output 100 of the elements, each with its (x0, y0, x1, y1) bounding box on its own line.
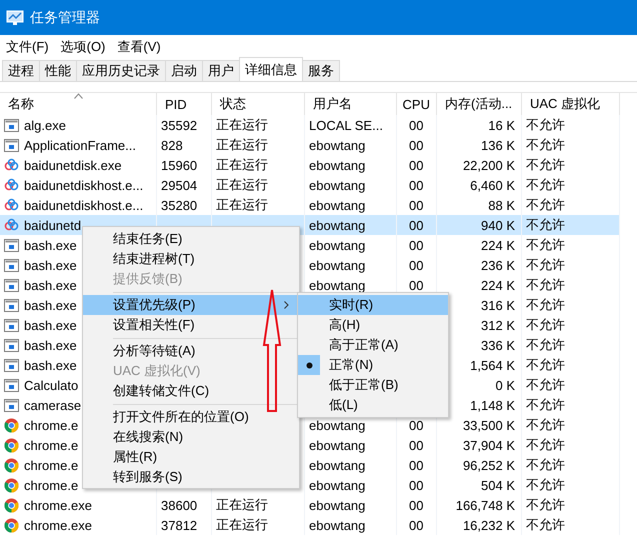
user-cell: LOCAL SE... (309, 118, 383, 132)
uac-cell: 不允许 (526, 356, 565, 374)
memory-cell: 236 K (481, 258, 515, 272)
window-title: 任务管理器 (30, 8, 100, 26)
memory-cell: 504 K (481, 478, 515, 492)
submenu-item[interactable]: 实时(R) (298, 295, 448, 315)
table-row[interactable]: chrome.exe 37812 正在运行 ebowtang 00 16,232 K 不允许 (0, 515, 620, 535)
submenu-item[interactable]: 高于正常(A) (298, 335, 448, 355)
chrome-icon (4, 518, 19, 532)
user-cell: ebowtang (309, 198, 366, 212)
pid-cell: 35592 (161, 118, 198, 132)
uac-cell: 不允许 (526, 296, 565, 314)
pid-cell: 35280 (161, 198, 198, 212)
cpu-cell: 00 (409, 478, 424, 492)
submenu-item[interactable]: 高(H) (298, 315, 448, 335)
user-cell: ebowtang (309, 258, 366, 272)
context-menu-item[interactable]: 设置相关性(F) (83, 315, 299, 335)
process-name: bash.exe (24, 238, 77, 252)
user-cell: ebowtang (309, 498, 366, 512)
pid-cell: 38600 (161, 498, 198, 512)
sort-caret-icon (74, 93, 83, 99)
uac-cell: 不允许 (526, 516, 565, 534)
table-row[interactable]: ApplicationFrame... 828 正在运行 ebowtang 00 136 K 不允许 (0, 135, 620, 155)
window-icon (4, 358, 19, 372)
cpu-cell: 00 (409, 218, 424, 232)
process-name: bash.exe (24, 278, 77, 292)
uac-cell: 不允许 (526, 156, 565, 174)
user-cell: ebowtang (309, 418, 366, 432)
column-header[interactable]: 内存(活动... (437, 93, 522, 115)
user-cell: ebowtang (309, 458, 366, 472)
process-name: baidunetdiskhost.e... (24, 178, 144, 192)
cpu-cell: 00 (409, 158, 424, 172)
table-row[interactable]: alg.exe 35592 正在运行 LOCAL SE... 00 16 K 不允许 (0, 115, 620, 135)
table-row[interactable]: chrome.exe 38600 正在运行 ebowtang 00 166,748 K 不允许 (0, 495, 620, 515)
tab[interactable]: 服务 (302, 60, 340, 81)
context-menu-item[interactable]: 设置优先级(P) (83, 295, 299, 315)
memory-cell: 33,500 K (462, 418, 515, 432)
tab[interactable]: 应用历史记录 (76, 60, 166, 81)
cloud-icon (4, 158, 19, 172)
memory-cell: 224 K (481, 238, 515, 252)
column-header[interactable]: CPU (397, 93, 437, 115)
menu-item[interactable]: 选项(O) (60, 38, 106, 56)
process-name: bash.exe (24, 298, 77, 312)
memory-cell: 16 K (488, 118, 515, 132)
menu-item[interactable]: 文件(F) (6, 38, 49, 56)
memory-cell: 312 K (481, 318, 515, 332)
column-header[interactable]: 状态 (212, 93, 305, 115)
table-row[interactable]: baidunetdisk.exe 15960 正在运行 ebowtang 00 22,200 K 不允许 (0, 155, 620, 175)
submenu-item[interactable]: 低(L) (298, 395, 448, 415)
memory-cell: 22,200 K (462, 158, 515, 172)
context-menu-item[interactable]: 创建转储文件(C) (83, 381, 299, 401)
user-cell: ebowtang (309, 438, 366, 452)
cpu-cell: 00 (409, 458, 424, 472)
cpu-cell: 00 (409, 198, 424, 212)
chrome-icon (4, 498, 19, 512)
process-name: bash.exe (24, 318, 77, 332)
status-cell: 正在运行 (216, 136, 268, 154)
cpu-cell: 00 (409, 438, 424, 452)
column-header[interactable]: UAC 虚拟化 (522, 93, 620, 115)
column-header[interactable]: PID (157, 93, 212, 115)
menu-item[interactable]: 查看(V) (117, 38, 161, 56)
process-name: bash.exe (24, 358, 77, 372)
user-cell: ebowtang (309, 238, 366, 252)
chrome-icon (4, 458, 19, 472)
window-icon (4, 318, 19, 332)
submenu-item[interactable]: 低于正常(B) (298, 375, 448, 395)
status-cell: 正在运行 (216, 156, 268, 174)
memory-cell: 37,904 K (462, 438, 515, 452)
memory-cell: 224 K (481, 278, 515, 292)
submenu-item[interactable]: 正常(N) (298, 355, 448, 375)
process-name: chrome.e (24, 478, 78, 492)
column-header[interactable]: 用户名 (305, 93, 397, 115)
cpu-cell: 00 (409, 138, 424, 152)
pid-cell: 29504 (161, 178, 198, 192)
table-row[interactable]: baidunetdiskhost.e... 29504 正在运行 ebowtang 00 6,460 K 不允许 (0, 175, 620, 195)
tab[interactable]: 用户 (202, 60, 240, 81)
process-name: bash.exe (24, 258, 77, 272)
tab[interactable]: 启动 (165, 60, 203, 81)
process-name: alg.exe (24, 118, 66, 132)
status-cell: 正在运行 (216, 176, 268, 194)
uac-cell: 不允许 (526, 456, 565, 474)
column-header[interactable]: 名称 (0, 93, 157, 115)
chrome-icon (4, 478, 19, 492)
process-name: chrome.e (24, 418, 78, 432)
status-cell: 正在运行 (216, 196, 268, 214)
tab[interactable]: 性能 (39, 60, 77, 81)
uac-cell: 不允许 (526, 256, 565, 274)
memory-cell: 1,148 K (470, 398, 515, 412)
context-menu-item[interactable]: 分析等待链(A) (83, 341, 299, 361)
process-name: camerase (24, 398, 82, 412)
uac-cell: 不允许 (526, 436, 565, 454)
pid-cell: 37812 (161, 518, 198, 532)
status-cell: 正在运行 (216, 116, 268, 134)
cloud-icon (4, 218, 19, 232)
memory-cell: 6,460 K (470, 178, 515, 192)
user-cell: ebowtang (309, 518, 366, 532)
tab[interactable]: 进程 (2, 60, 40, 81)
process-name: bash.exe (24, 338, 77, 352)
uac-cell: 不允许 (526, 476, 565, 494)
cloud-icon (4, 198, 19, 212)
